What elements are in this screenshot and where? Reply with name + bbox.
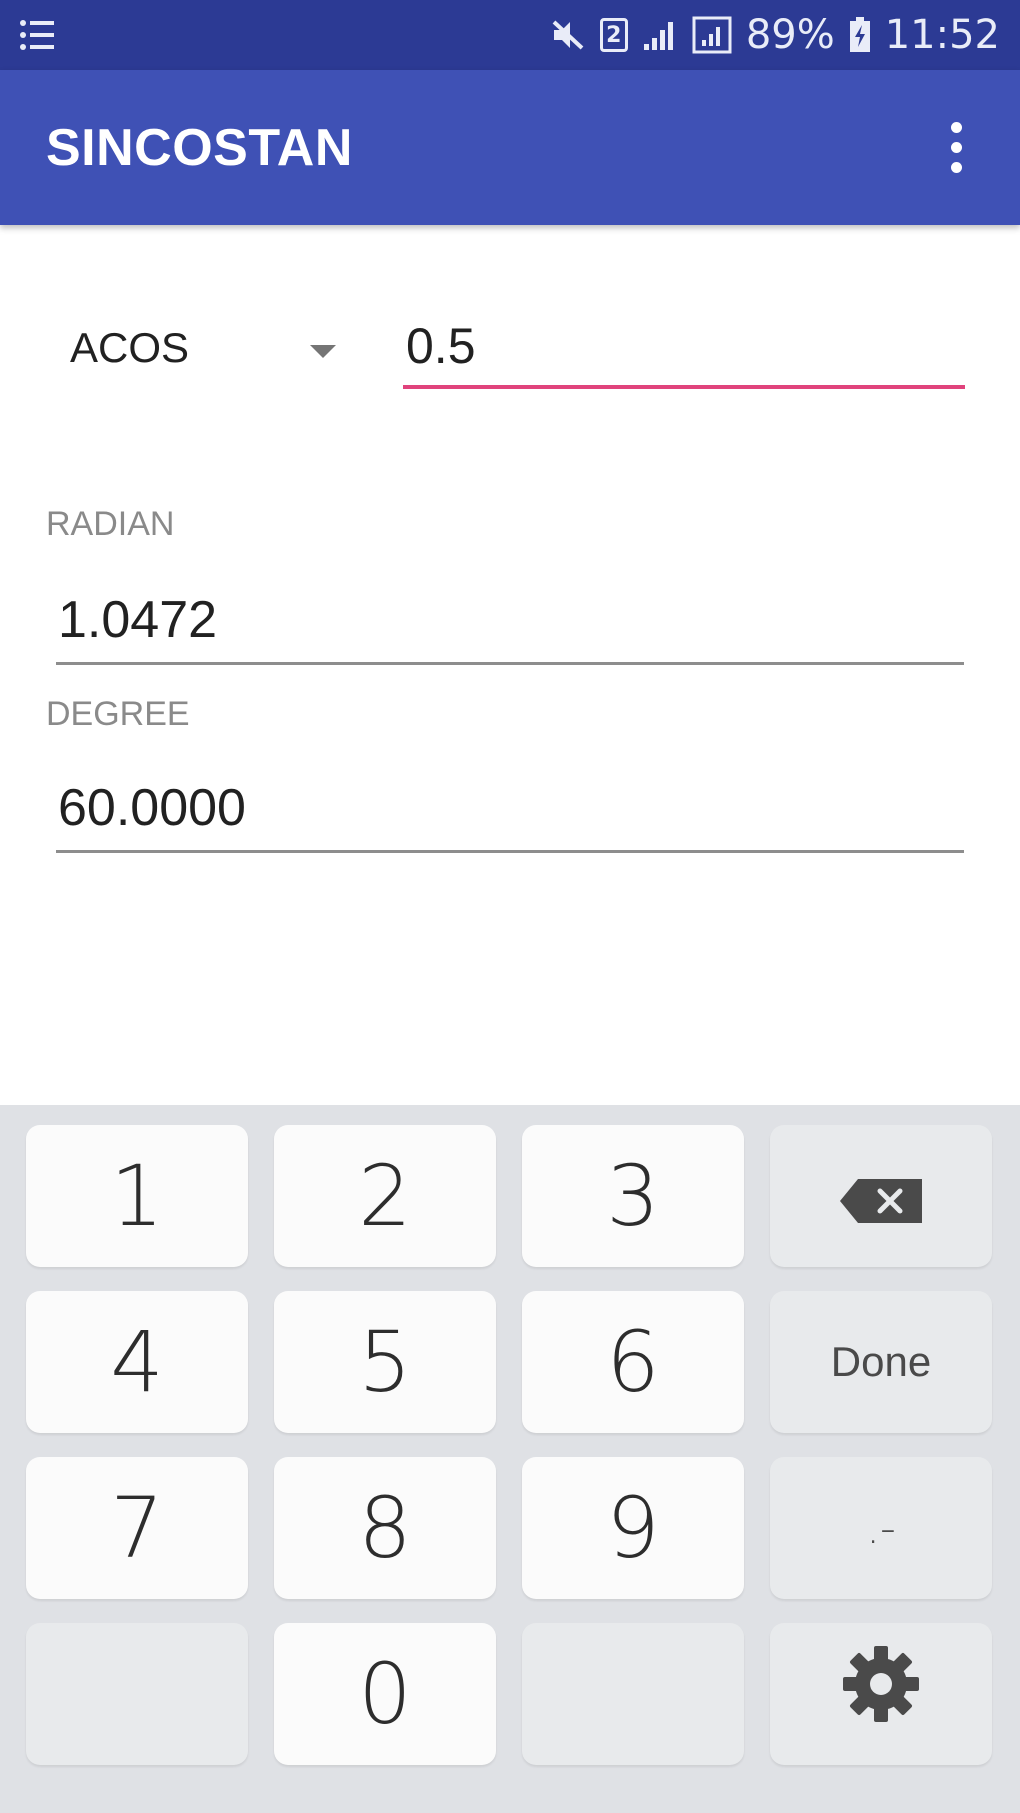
- menu-dot: [950, 162, 962, 173]
- signal-box-icon: [692, 16, 732, 54]
- dot-minus-key[interactable]: .-: [770, 1457, 992, 1599]
- menu-dot: [950, 142, 962, 153]
- screen: 2 89% 11:52 SINCOSTAN ACOS 0.5 RADIAN 1.…: [0, 0, 1020, 1813]
- battery-percent: 89%: [745, 12, 835, 58]
- key-9[interactable]: 9: [522, 1457, 744, 1599]
- done-key[interactable]: Done: [770, 1291, 992, 1433]
- battery-charging-icon: [849, 17, 871, 53]
- key-0[interactable]: 0: [274, 1623, 496, 1765]
- numeric-keyboard: 1 2 3 4 5 6 Done 7 8 9 .- 0: [0, 1105, 1020, 1813]
- notification-list-icon: [20, 19, 56, 51]
- value-input[interactable]: [403, 307, 965, 389]
- overflow-menu-icon[interactable]: [936, 108, 976, 188]
- status-bar: 2 89% 11:52: [0, 0, 1020, 70]
- key-7[interactable]: 7: [26, 1457, 248, 1599]
- radian-label: RADIAN: [46, 505, 175, 543]
- blank-key-left: [26, 1623, 248, 1765]
- radian-field[interactable]: 1.0472: [56, 585, 964, 665]
- settings-gear-icon: [841, 1644, 921, 1744]
- key-1[interactable]: 1: [26, 1125, 248, 1267]
- degree-field[interactable]: 60.0000: [56, 773, 964, 853]
- key-5[interactable]: 5: [274, 1291, 496, 1433]
- dropdown-arrow-icon: [310, 345, 336, 358]
- key-8[interactable]: 8: [274, 1457, 496, 1599]
- key-3[interactable]: 3: [522, 1125, 744, 1267]
- settings-key[interactable]: [770, 1623, 992, 1765]
- app-bar: SINCOSTAN: [0, 70, 1020, 225]
- key-4[interactable]: 4: [26, 1291, 248, 1433]
- mute-icon: [550, 18, 586, 52]
- key-6[interactable]: 6: [522, 1291, 744, 1433]
- blank-key-right: [522, 1623, 744, 1765]
- clock: 11:52: [884, 12, 1000, 58]
- signal-icon: [642, 18, 678, 52]
- backspace-icon: [838, 1147, 924, 1245]
- degree-label: DEGREE: [46, 695, 190, 733]
- app-title: SINCOSTAN: [46, 118, 353, 177]
- function-spinner[interactable]: ACOS: [58, 303, 358, 393]
- calculator-form: ACOS RADIAN 1.0472 DEGREE 60.0000: [0, 225, 1020, 1105]
- backspace-key[interactable]: [770, 1125, 992, 1267]
- key-2[interactable]: 2: [274, 1125, 496, 1267]
- menu-dot: [950, 122, 962, 133]
- function-spinner-value: ACOS: [70, 324, 190, 371]
- sim-card-icon: 2: [599, 18, 628, 52]
